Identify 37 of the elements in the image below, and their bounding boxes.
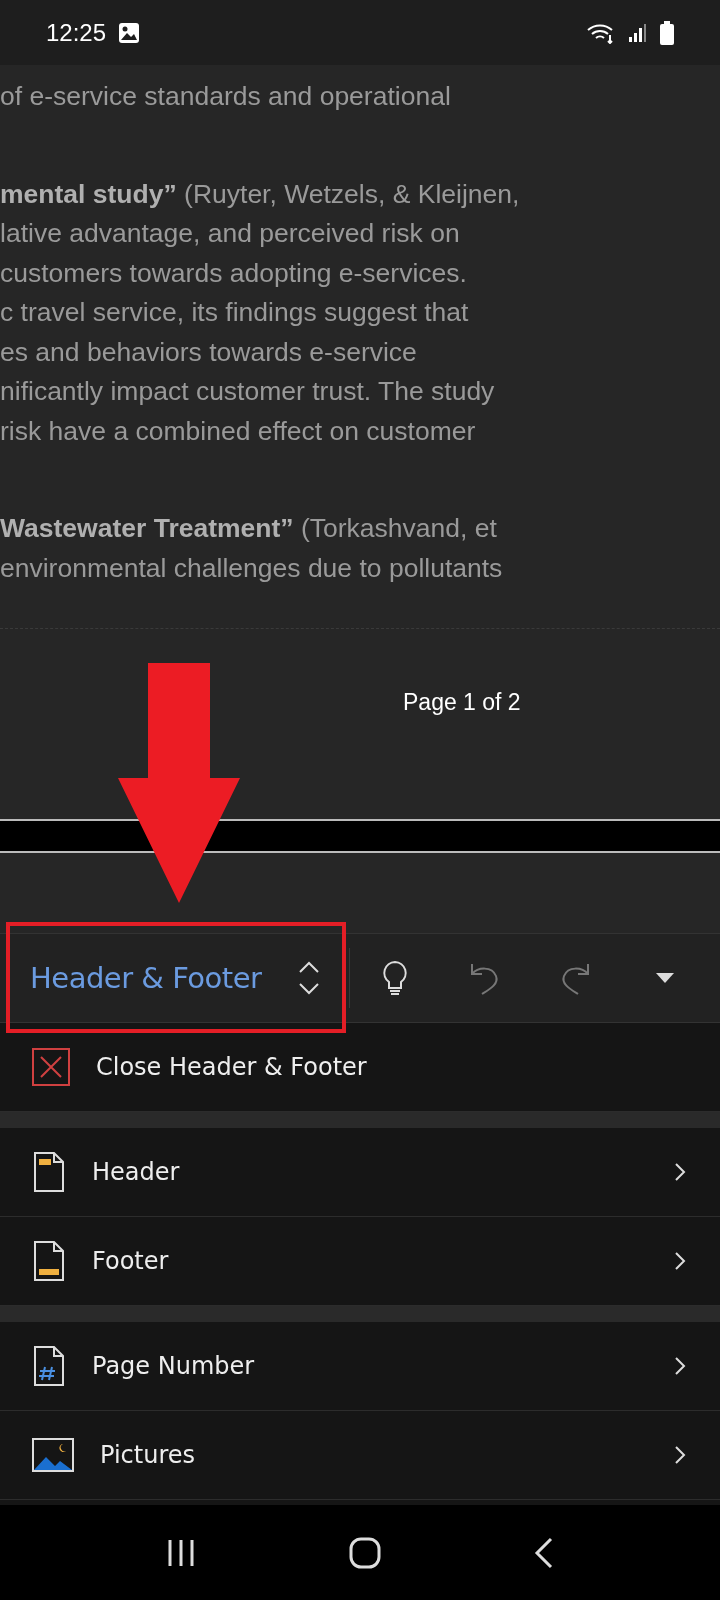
document-text-line: of e-service standards and operational — [0, 80, 452, 113]
close-icon — [32, 1048, 70, 1086]
chevron-right-icon — [674, 1445, 686, 1465]
chevron-right-icon — [674, 1251, 686, 1271]
document-text-line: nificantly impact customer trust. The study — [0, 375, 496, 408]
battery-icon — [660, 20, 674, 45]
document-text-line: c travel service, its findings suggest that — [0, 296, 470, 329]
document-text-line: environmental challenges due to pollutants — [0, 551, 504, 585]
document-text-line: es and behaviors towards e-service — [0, 335, 418, 369]
close-header-footer-item[interactable]: Close Header & Footer — [0, 1023, 720, 1112]
back-icon — [533, 1536, 554, 1569]
page-hash-icon — [32, 1345, 66, 1387]
document-text-line: mental study” (Ruyter, Wetzels, & Kleijnen, — [0, 177, 521, 211]
caret-down-icon — [656, 973, 675, 983]
page-header-icon — [32, 1151, 66, 1193]
menu-item[interactable]: Pictures — [0, 1411, 720, 1500]
signal-icon — [628, 22, 648, 43]
redo-icon — [559, 961, 592, 995]
gallery-icon — [118, 21, 141, 44]
document-text-line: Wastewater Treatment” (Torkashvand, et — [0, 512, 498, 545]
clock: 12:25 — [46, 18, 107, 47]
menu-item[interactable]: Footer — [0, 1217, 720, 1306]
menu-item[interactable]: Page Number — [0, 1322, 720, 1411]
menu-item[interactable]: Header — [0, 1128, 720, 1217]
document-text-line: customers towards adopting e-services. — [0, 256, 468, 290]
document-text-line: risk have a combined effect on customer — [0, 414, 477, 448]
lightbulb-icon — [382, 960, 409, 996]
page-footer-icon — [32, 1240, 66, 1282]
wifi-icon — [586, 21, 616, 44]
chevron-right-icon — [674, 1356, 686, 1376]
ribbon-tab-title[interactable]: Header & Footer — [30, 961, 262, 995]
chevron-right-icon — [674, 1162, 686, 1182]
image-icon — [32, 1438, 74, 1472]
recent-apps-icon — [166, 1537, 197, 1568]
home-icon — [349, 1536, 381, 1569]
document-text-line: lative advantage, and perceived risk on — [0, 217, 461, 250]
page-count: Page 1 of 2 — [403, 689, 521, 716]
